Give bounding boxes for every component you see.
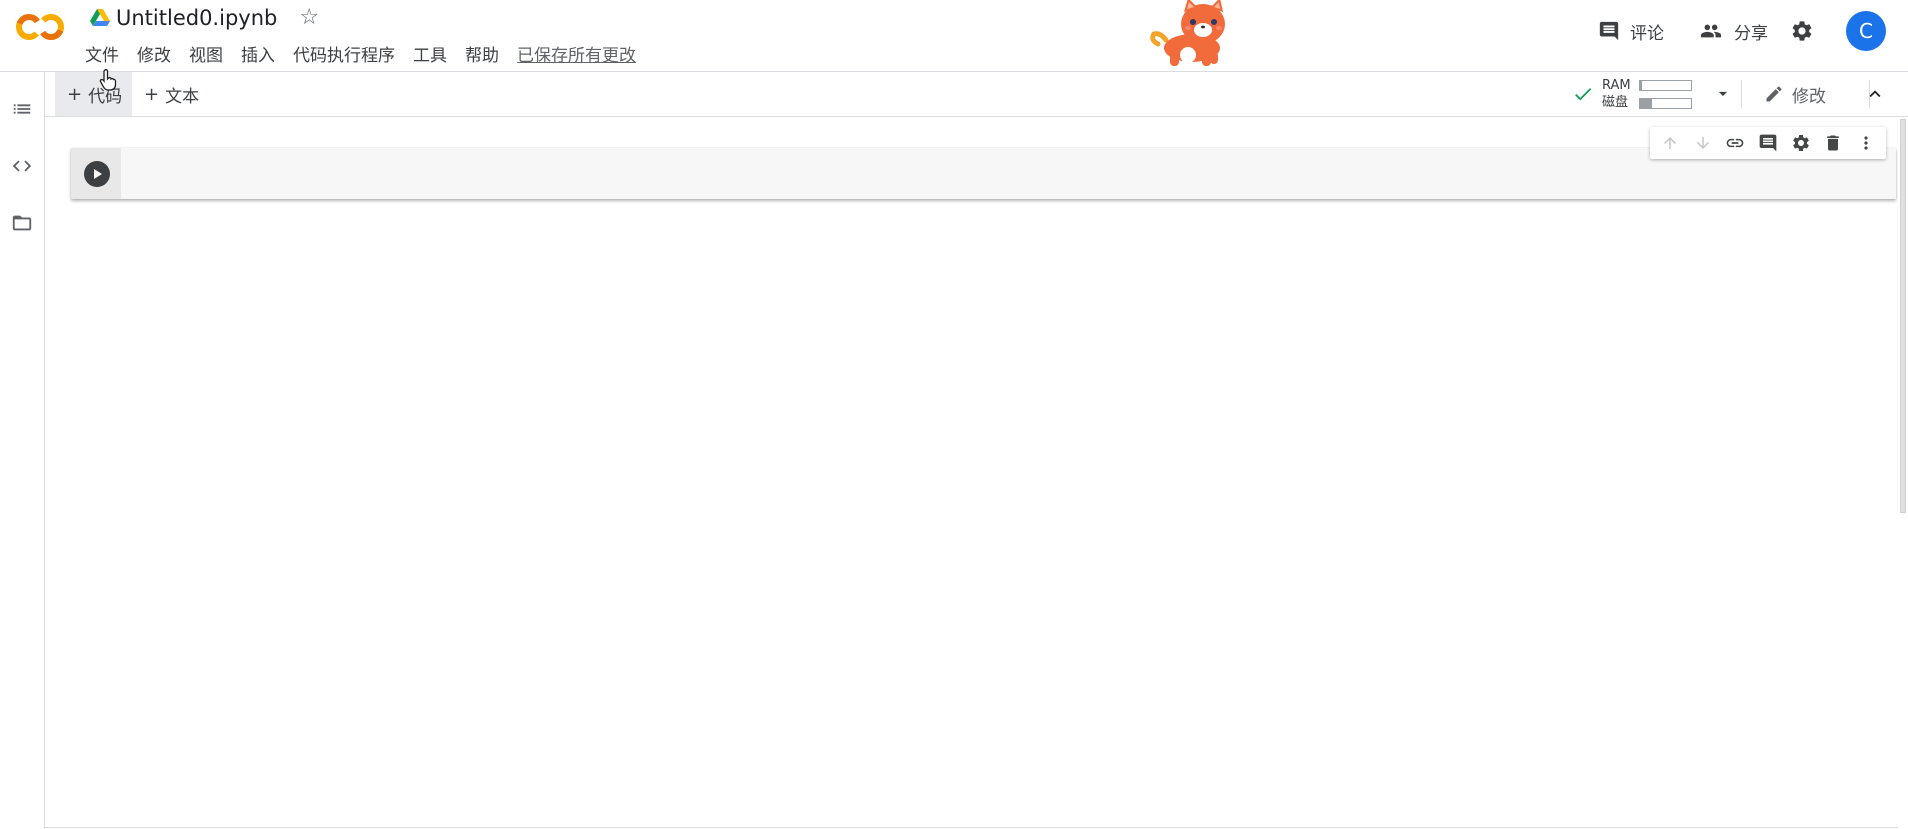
comment-icon: [1599, 21, 1619, 41]
share-button[interactable]: 分享: [1698, 19, 1768, 44]
edit-mode-button[interactable]: 修改: [1764, 72, 1826, 116]
title-row: Untitled0.ipynb ☆: [90, 4, 319, 32]
colab-logo-icon[interactable]: [14, 11, 66, 43]
settings-icon[interactable]: [1789, 131, 1813, 155]
cell-gutter: [71, 148, 121, 199]
check-icon: [1575, 88, 1592, 101]
menu-help[interactable]: 帮助: [465, 41, 499, 66]
notebook-title[interactable]: Untitled0.ipynb: [116, 6, 277, 30]
run-cell-button[interactable]: [84, 161, 110, 187]
collapse-header-button[interactable]: [1860, 80, 1890, 108]
star-icon[interactable]: ☆: [299, 7, 319, 29]
share-label: 分享: [1734, 23, 1768, 44]
hand-cursor-icon: [99, 69, 117, 91]
more-vert-icon[interactable]: [1854, 131, 1878, 155]
notebook-toolbar: + 代码 + 文本 RAM 磁盘 修改: [45, 69, 1908, 117]
move-down-icon[interactable]: [1691, 131, 1715, 155]
ram-bar: [1638, 79, 1692, 91]
menu-tools[interactable]: 工具: [413, 41, 447, 66]
delete-icon[interactable]: [1821, 131, 1845, 155]
settings-button[interactable]: [1790, 19, 1824, 43]
ram-bar-fill: [1639, 80, 1642, 90]
disk-bar: [1638, 97, 1692, 109]
chevron-down-icon[interactable]: [1716, 87, 1730, 101]
plus-icon: +: [144, 83, 160, 105]
gear-icon: [1792, 21, 1812, 41]
move-up-icon[interactable]: [1658, 131, 1682, 155]
code-cell[interactable]: [71, 148, 1896, 199]
scrollbar-thumb[interactable]: [1900, 119, 1906, 513]
add-text-label: 文本: [165, 86, 200, 107]
comment-icon[interactable]: [1756, 131, 1780, 155]
resource-labels: RAM 磁盘: [1602, 77, 1631, 111]
google-drive-icon[interactable]: [90, 9, 110, 27]
comment-label: 评论: [1630, 23, 1664, 44]
plus-icon: +: [67, 83, 83, 105]
menu-runtime[interactable]: 代码执行程序: [293, 41, 395, 66]
menu-file[interactable]: 文件: [85, 41, 119, 66]
disk-label: 磁盘: [1602, 95, 1629, 110]
toolbar-divider: [1741, 80, 1742, 108]
save-status-link[interactable]: 已保存所有更改: [517, 41, 636, 66]
people-icon: [1700, 24, 1722, 38]
link-icon[interactable]: [1723, 131, 1747, 155]
folder-icon[interactable]: [10, 211, 34, 235]
bottom-divider: [45, 827, 1898, 828]
cell-toolbar: [1650, 127, 1886, 159]
resource-bars: [1638, 79, 1692, 109]
add-text-button[interactable]: + 文本: [144, 72, 199, 116]
ram-label: RAM: [1602, 78, 1631, 93]
chevron-up-icon: [1869, 90, 1881, 98]
menu-edit[interactable]: 修改: [137, 41, 171, 66]
add-code-button[interactable]: + 代码: [55, 69, 132, 116]
header-actions: 评论 分享 C: [1598, 0, 1908, 62]
resource-indicator[interactable]: RAM 磁盘: [1572, 76, 1730, 112]
comment-button[interactable]: 评论: [1598, 19, 1664, 44]
left-sidebar: [0, 72, 45, 829]
menu-bar: 文件 修改 视图 插入 代码执行程序 工具 帮助 已保存所有更改: [85, 41, 636, 66]
vertical-scrollbar[interactable]: [1898, 117, 1908, 829]
pencil-icon: [1766, 86, 1782, 102]
menu-insert[interactable]: 插入: [241, 41, 275, 66]
user-avatar[interactable]: C: [1846, 11, 1886, 51]
top-header: Untitled0.ipynb ☆ 文件 修改 视图 插入 代码执行程序 工具 …: [0, 0, 1908, 72]
code-snippets-icon[interactable]: [10, 154, 34, 178]
edit-mode-label: 修改: [1792, 86, 1826, 107]
menu-view[interactable]: 视图: [189, 41, 223, 66]
disk-bar-fill: [1639, 98, 1653, 108]
play-icon: [94, 169, 102, 179]
cell-editor[interactable]: [131, 162, 1886, 186]
toc-list-icon[interactable]: [10, 97, 34, 121]
cat-mascot-icon: [1150, 0, 1225, 66]
